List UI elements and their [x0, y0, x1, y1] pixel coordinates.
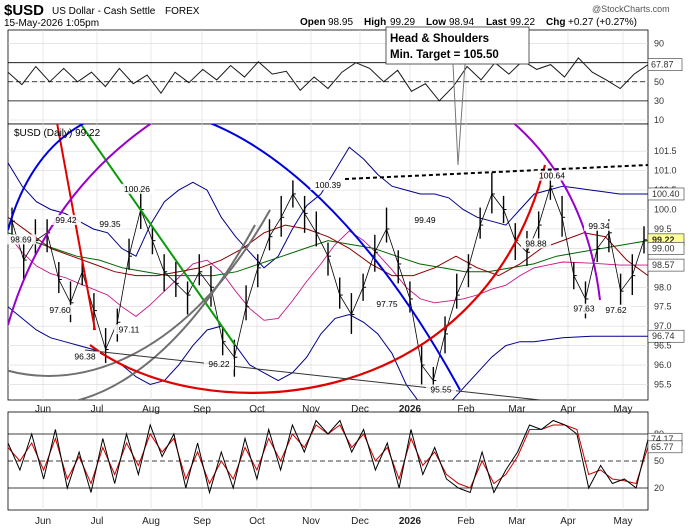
rsi-last-value: 67.87 [651, 60, 674, 70]
price-tick-label: 95.5 [654, 379, 672, 389]
high-label: High [364, 17, 386, 28]
low-value: 98.94 [449, 17, 474, 28]
price-label: 96.22 [208, 359, 230, 369]
rsi-tick-label: 10 [654, 115, 664, 125]
high-value: 99.29 [390, 17, 415, 28]
price-label: 100.26 [124, 184, 150, 194]
price-right-tag-label: 99.00 [652, 243, 675, 253]
x-tick-label: Sep [193, 404, 211, 415]
price-right-tag-label: 100.40 [652, 189, 680, 199]
x-tick-label: Apr [560, 516, 576, 527]
x-tick-label: Jun [35, 404, 51, 415]
price-label: 97.63 [573, 304, 595, 314]
chg-label: Chg [546, 17, 565, 28]
open-value: 98.95 [328, 17, 353, 28]
chart-date: 15-May-2026 1:05pm [4, 18, 99, 29]
rsi-panel [7, 29, 649, 125]
stoch-tick-label: 50 [654, 456, 664, 466]
price-right-tag-label: 98.57 [652, 260, 675, 270]
x-tick-label: Aug [142, 404, 160, 415]
x-tick-label: Nov [302, 404, 320, 415]
x-tick-label: Oct [249, 404, 265, 415]
x-tick-label: Feb [457, 516, 475, 527]
price-label: 100.64 [539, 171, 565, 181]
price-label: 98.88 [525, 238, 547, 248]
stoch-tick-label: 20 [654, 483, 664, 493]
price-label: 97.60 [49, 305, 71, 315]
chart-exchange: FOREX [165, 6, 200, 17]
price-label: 96.38 [74, 351, 96, 361]
callout-line-2: Min. Target = 105.50 [390, 49, 499, 61]
stoch-right-tag-label: 65.77 [651, 442, 674, 452]
price-label: 99.35 [99, 219, 121, 229]
x-tick-label: 2026 [399, 404, 422, 415]
price-tick-label: 96.0 [654, 360, 672, 370]
x-tick-label: Jul [91, 404, 104, 415]
price-right-tag-label: 96.74 [652, 331, 675, 341]
price-tick-label: 101.0 [654, 166, 677, 176]
price-label: 100.39 [315, 180, 341, 190]
price-label: 99.34 [588, 221, 610, 231]
x-tick-label: May [614, 516, 633, 527]
x-tick-label: Jul [91, 516, 104, 527]
x-tick-label: Mar [508, 516, 526, 527]
price-panel-title: $USD (Daily) 99.22 [14, 128, 101, 139]
chart-name: US Dollar - Cash Settle [52, 6, 156, 17]
last-label: Last [486, 17, 507, 28]
chart-header: $USD US Dollar - Cash Settle FOREX 15-Ma… [4, 2, 670, 29]
callout-line-1: Head & Shoulders [390, 33, 489, 45]
price-label: 97.11 [119, 324, 140, 334]
x-tick-label: 2026 [399, 516, 422, 527]
rsi-tick-label: 50 [654, 77, 664, 87]
open-label: Open [300, 17, 326, 28]
price-tick-label: 100.0 [654, 205, 677, 215]
x-tick-label: Jun [35, 516, 51, 527]
price-tick-label: 99.5 [654, 224, 672, 234]
price-label: 98.69 [10, 234, 32, 244]
price-tick-label: 101.5 [654, 146, 677, 156]
x-tick-label: Feb [457, 404, 475, 415]
price-label: 99.42 [55, 215, 77, 225]
x-tick-label: Nov [302, 516, 320, 527]
price-label: 97.62 [605, 305, 627, 315]
x-tick-label: Aug [142, 516, 160, 527]
price-label: 99.49 [414, 215, 436, 225]
price-tick-label: 97.0 [654, 321, 672, 331]
x-tick-label: Dec [351, 516, 369, 527]
x-tick-label: Sep [193, 516, 211, 527]
price-tick-label: 97.5 [654, 302, 672, 312]
low-label: Low [426, 17, 446, 28]
x-tick-label: Oct [249, 516, 265, 527]
last-value: 99.22 [510, 17, 535, 28]
price-label: 95.55 [430, 385, 452, 395]
x-tick-label: May [614, 404, 633, 415]
x-tick-label: Mar [508, 404, 526, 415]
x-tick-label: Dec [351, 404, 369, 415]
chart-symbol: $USD [4, 2, 44, 19]
price-label: 97.75 [376, 299, 398, 309]
rsi-tick-label: 30 [654, 96, 664, 106]
price-tick-label: 98.0 [654, 282, 672, 292]
x-tick-label: Apr [560, 404, 576, 415]
watermark: @StockCharts.com [592, 4, 670, 14]
chg-value: +0.27 (+0.27%) [568, 17, 637, 28]
rsi-tick-label: 90 [654, 39, 664, 49]
chart-canvas: $USD US Dollar - Cash Settle FOREX 15-Ma… [4, 2, 685, 527]
